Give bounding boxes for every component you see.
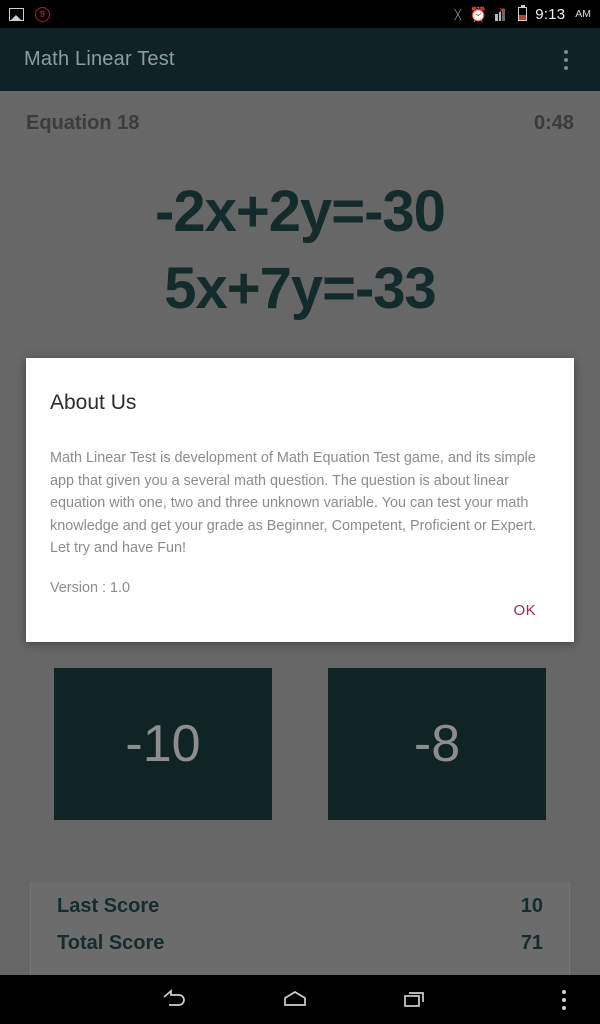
equation-label: Equation 18: [26, 112, 140, 134]
status-bar-left: 9: [9, 6, 50, 22]
answer-options: -10 -8: [0, 668, 600, 820]
dialog-description: Math Linear Test is development of Math …: [50, 450, 537, 557]
signal-icon: ×: [495, 4, 510, 21]
status-bar-clock: 9:13: [535, 5, 566, 23]
score-row-total: Total Score 71: [57, 932, 543, 955]
battery-icon: [518, 4, 528, 21]
app-title: Math Linear Test: [24, 48, 175, 70]
total-score-value: 71: [520, 932, 543, 954]
overflow-menu-icon[interactable]: [556, 42, 576, 78]
signal-error-icon: ×: [499, 4, 505, 15]
bluetooth-icon: ᚷ: [454, 6, 462, 22]
last-score-label: Last Score: [57, 895, 160, 917]
home-icon[interactable]: [235, 988, 355, 1012]
nav-overflow-menu-icon[interactable]: [544, 989, 584, 1010]
ok-button[interactable]: OK: [506, 596, 544, 625]
dialog-title: About Us: [50, 391, 137, 414]
status-bar-right: ᚷ ⏰ × 9:13 AM: [454, 4, 591, 23]
answer-button-1[interactable]: -10: [54, 668, 272, 820]
about-us-dialog: About Us Math Linear Test is development…: [26, 358, 574, 642]
recent-apps-icon[interactable]: [355, 988, 475, 1012]
app-screen: 9 ᚷ ⏰ × 9:13 AM Math Linear Test Equatio…: [0, 0, 600, 1024]
dialog-body: Math Linear Test is development of Math …: [50, 447, 550, 596]
last-score-value: 10: [520, 895, 543, 917]
notification-count-badge: 9: [35, 6, 50, 22]
equation-list: -2x+2y=-30 5x+7y=-33: [0, 173, 600, 327]
status-bar-ampm: AM: [575, 8, 591, 20]
navigation-bar: [0, 975, 600, 1024]
equation-line-2: 5x+7y=-33: [164, 256, 437, 322]
app-bar: Math Linear Test: [0, 28, 600, 91]
equation-header: Equation 18 0:48: [0, 112, 600, 135]
timer-display: 0:48: [533, 112, 574, 134]
status-bar: 9 ᚷ ⏰ × 9:13 AM: [0, 0, 600, 28]
dialog-version: Version : 1.0: [50, 580, 130, 597]
dialog-actions: OK: [50, 596, 550, 627]
alarm-icon: ⏰: [469, 6, 488, 22]
equation-line-1: -2x+2y=-30: [155, 179, 446, 244]
image-icon: [9, 7, 24, 21]
score-row-last: Last Score 10: [57, 895, 543, 918]
score-panel: Last Score 10 Total Score 71: [30, 882, 570, 975]
answer-button-2[interactable]: -8: [328, 668, 546, 820]
back-arrow-icon[interactable]: [115, 988, 235, 1012]
total-score-label: Total Score: [57, 932, 165, 954]
